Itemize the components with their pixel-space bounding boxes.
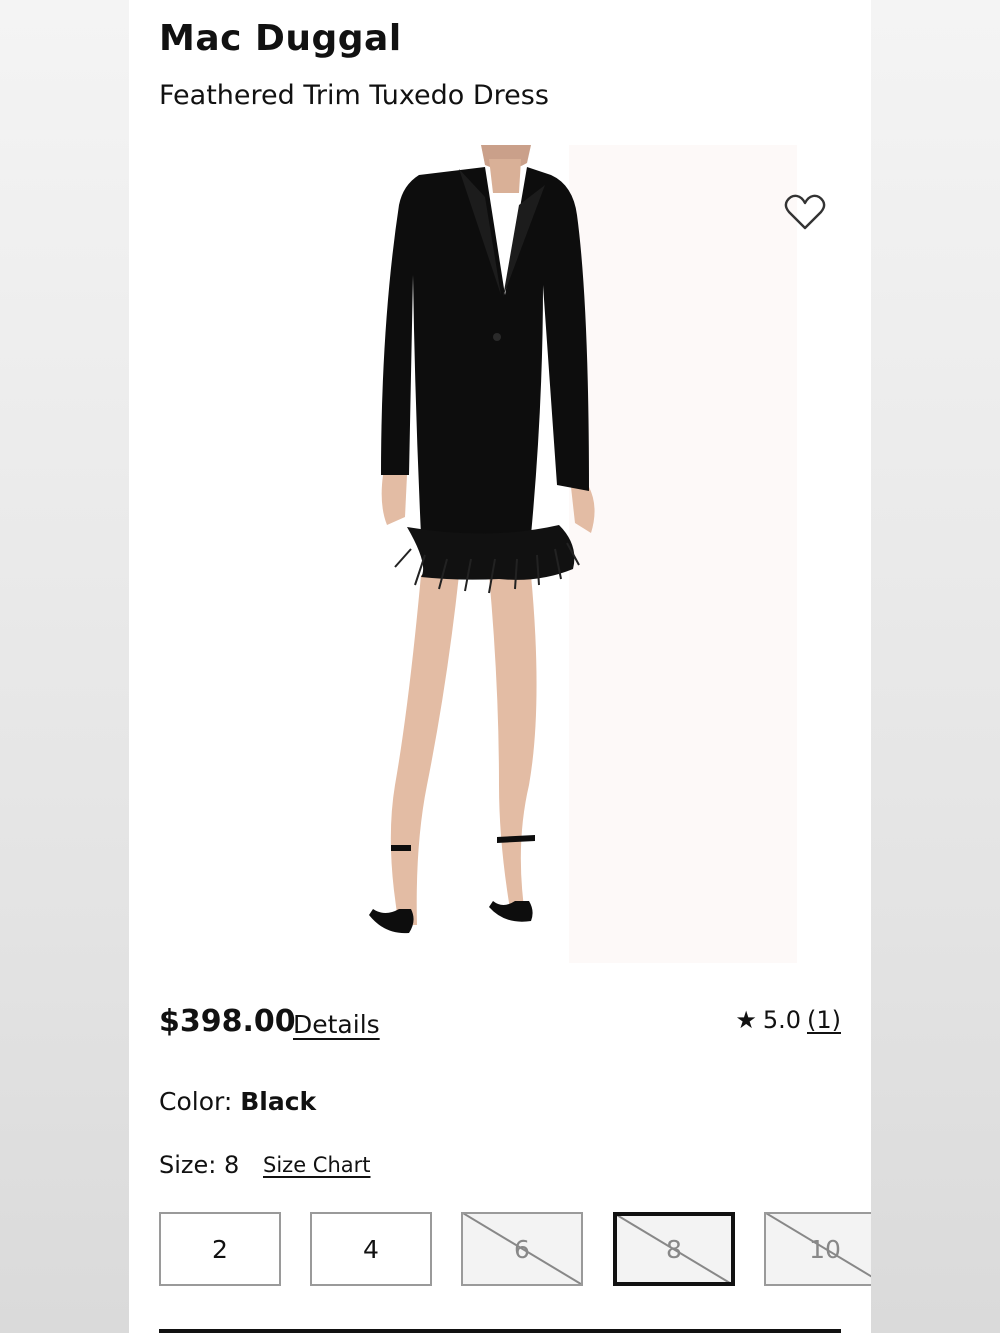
- backdrop-right: [871, 0, 1000, 1333]
- rating-count-link[interactable]: (1): [807, 1006, 841, 1034]
- price: $398.00: [159, 1004, 296, 1039]
- size-option-8[interactable]: 8: [613, 1212, 735, 1286]
- color-label: Color:: [159, 1087, 241, 1116]
- model-photo: [369, 145, 595, 934]
- size-chart-link[interactable]: Size Chart: [263, 1153, 371, 1177]
- size-option-10[interactable]: 10: [764, 1212, 871, 1286]
- size-option-2[interactable]: 2: [159, 1212, 281, 1286]
- bottom-divider: [159, 1329, 841, 1333]
- heart-outline-icon: [784, 194, 826, 230]
- star-icon: ★: [735, 1006, 757, 1034]
- favorite-button[interactable]: [777, 186, 833, 238]
- size-option-6[interactable]: 6: [461, 1212, 583, 1286]
- size-option-4[interactable]: 4: [310, 1212, 432, 1286]
- color-value: Black: [240, 1087, 317, 1116]
- rating[interactable]: ★ 5.0 (1): [735, 1006, 841, 1034]
- brand-name[interactable]: Mac Duggal: [159, 18, 402, 59]
- rating-value: 5.0: [762, 1006, 801, 1034]
- product-title: Feathered Trim Tuxedo Dress: [159, 80, 549, 111]
- product-page: Mac Duggal Feathered Trim Tuxedo Dress $…: [129, 0, 871, 1333]
- product-image[interactable]: [159, 145, 797, 963]
- backdrop-left: [0, 0, 129, 1333]
- color-selection: Color: Black: [159, 1087, 316, 1116]
- size-label: Size: 8: [159, 1151, 240, 1179]
- details-link[interactable]: Details: [293, 1010, 380, 1039]
- size-options: 2 4 6 8 10: [159, 1212, 871, 1286]
